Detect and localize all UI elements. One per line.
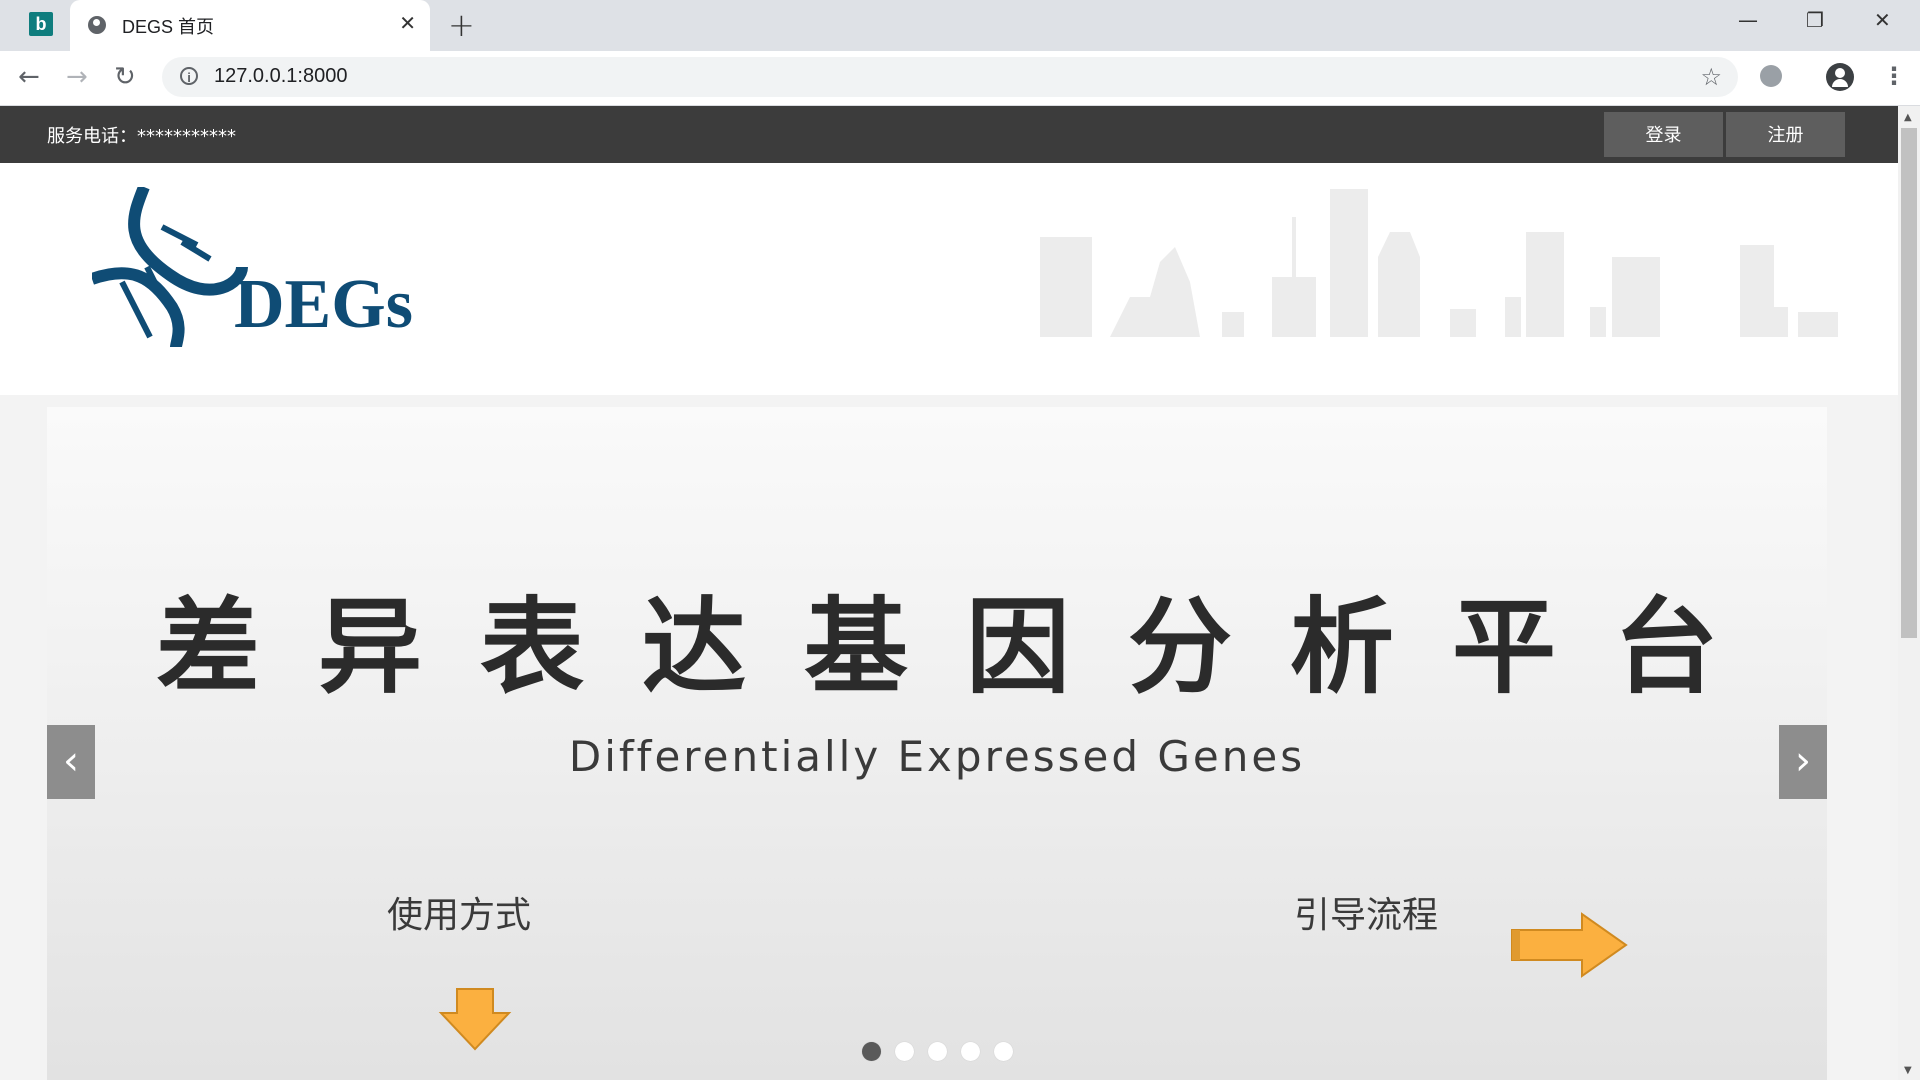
city-skyline-decoration <box>1040 189 1838 337</box>
globe-icon <box>88 16 106 34</box>
bing-icon[interactable]: b <box>29 12 53 36</box>
arrow-right-icon[interactable] <box>1510 912 1630 978</box>
register-button[interactable]: 注册 <box>1726 112 1845 157</box>
carousel-dot-5[interactable] <box>994 1042 1013 1061</box>
carousel-prev-button[interactable]: ‹ <box>47 725 95 799</box>
reload-button[interactable]: ↻ <box>114 62 136 92</box>
guide-label[interactable]: 引导流程 <box>1294 886 1438 938</box>
carousel-dot-1[interactable] <box>862 1042 881 1061</box>
site-header: DEGs <box>0 163 1898 395</box>
browser-menu-icon[interactable]: ⋮ <box>1882 62 1906 90</box>
carousel-next-button[interactable]: › <box>1779 725 1827 799</box>
forward-button[interactable]: → <box>66 62 88 92</box>
address-bar[interactable]: i 127.0.0.1:8000 ☆ <box>162 57 1738 97</box>
banner-carousel: 差异表达基因分析平台 Differentially Expressed Gene… <box>47 407 1827 1080</box>
tab-close-icon[interactable]: ✕ <box>399 11 416 35</box>
login-button[interactable]: 登录 <box>1604 112 1723 157</box>
carousel-dot-2[interactable] <box>895 1042 914 1061</box>
usage-label[interactable]: 使用方式 <box>387 886 531 938</box>
restore-button[interactable]: ❐ <box>1806 8 1824 32</box>
back-button[interactable]: ← <box>18 62 40 92</box>
browser-tabstrip: b DEGS 首页 ✕ + — ❐ ✕ <box>0 0 1920 51</box>
window-close-button[interactable]: ✕ <box>1874 8 1891 32</box>
logo-text: DEGs <box>234 266 413 343</box>
page-viewport: 服务电话：*********** 登录 注册 DEGs 差异表达基因分析平台 D… <box>0 106 1898 1080</box>
banner-title: 差异表达基因分析平台 <box>155 586 1776 708</box>
scroll-down-arrow-icon[interactable]: ▼ <box>1904 1065 1912 1076</box>
tab-title: DEGS 首页 <box>122 17 215 37</box>
tab-degs-home[interactable]: DEGS 首页 ✕ <box>70 0 430 51</box>
scroll-thumb[interactable] <box>1901 128 1917 638</box>
service-phone: 服务电话：*********** <box>47 126 236 147</box>
banner-subtitle: Differentially Expressed Genes <box>568 732 1306 781</box>
carousel-dot-4[interactable] <box>961 1042 980 1061</box>
degs-logo[interactable]: DEGs <box>92 187 452 357</box>
page-scrollbar[interactable]: ▲ ▼ <box>1898 106 1920 1080</box>
carousel-dot-3[interactable] <box>928 1042 947 1061</box>
bookmark-star-icon[interactable]: ☆ <box>1700 63 1722 91</box>
carousel-indicators <box>862 1042 1013 1061</box>
arrow-down-icon[interactable] <box>437 987 513 1051</box>
url-text[interactable]: 127.0.0.1:8000 <box>214 65 347 88</box>
extension-globe-icon[interactable] <box>1760 65 1782 87</box>
browser-toolbar: ← → ↻ i 127.0.0.1:8000 ☆ ⋮ <box>0 51 1920 106</box>
top-bar: 服务电话：*********** 登录 注册 <box>0 106 1898 163</box>
minimize-button[interactable]: — <box>1738 8 1758 32</box>
profile-icon[interactable] <box>1826 63 1854 91</box>
scroll-up-arrow-icon[interactable]: ▲ <box>1904 112 1912 123</box>
site-info-icon[interactable]: i <box>180 67 198 85</box>
new-tab-button[interactable]: + <box>448 6 475 44</box>
